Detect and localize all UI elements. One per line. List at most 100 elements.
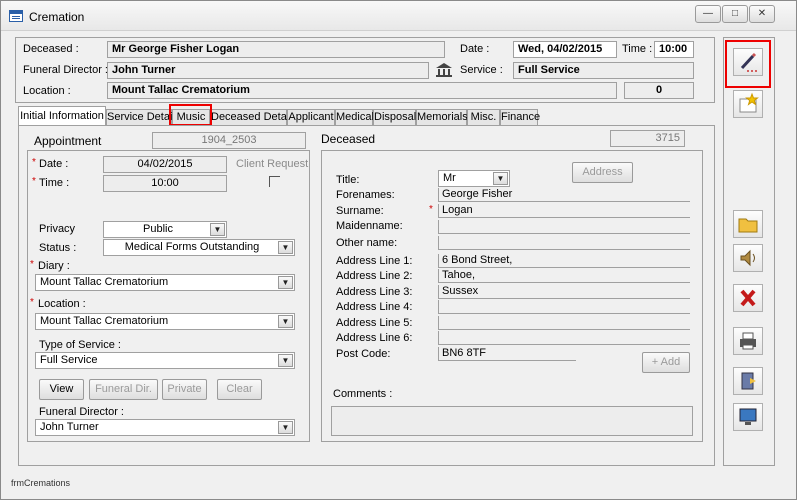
tab-memorials[interactable]: Memorials bbox=[416, 109, 468, 126]
deceased-number-field: 3715 bbox=[610, 130, 685, 147]
clear-button[interactable]: Clear bbox=[217, 379, 262, 400]
post-code-field[interactable]: BN6 8TF bbox=[438, 347, 576, 361]
tab-deceased-details[interactable]: Deceased Details bbox=[210, 109, 297, 126]
address-line-2-field[interactable]: Tahoe, bbox=[438, 269, 690, 283]
maidenname-field[interactable] bbox=[438, 220, 690, 234]
comments-label: Comments : bbox=[333, 388, 393, 400]
appointment-time-label-text: Time : bbox=[39, 177, 70, 189]
comments-field[interactable] bbox=[331, 406, 693, 436]
privacy-select[interactable]: Public ▼ bbox=[103, 221, 227, 238]
cremation-window: Cremation — □ ✕ Deceased : Mr George Fis… bbox=[0, 0, 797, 500]
service-type-label: Type of Service : bbox=[39, 339, 121, 351]
address-button[interactable]: Address bbox=[572, 162, 633, 183]
status-value: Medical Forms Outstanding bbox=[124, 241, 260, 253]
status-select[interactable]: Medical Forms Outstanding ▼ bbox=[103, 239, 295, 256]
diary-value: Mount Tallac Crematorium bbox=[40, 276, 169, 288]
header-time-field: 10:00 bbox=[654, 41, 694, 58]
add-address-button[interactable]: + Add bbox=[642, 352, 690, 373]
tab-disposal[interactable]: Disposal bbox=[373, 109, 416, 126]
address-line-5-label: Address Line 5: bbox=[336, 317, 413, 329]
chevron-down-icon[interactable]: ▼ bbox=[493, 172, 508, 185]
client-request-checkbox[interactable] bbox=[269, 176, 280, 187]
address-line-4-field[interactable] bbox=[438, 300, 690, 314]
tab-medical[interactable]: Medical bbox=[335, 109, 374, 126]
header-location-label: Location : bbox=[23, 85, 71, 97]
tab-misc[interactable]: Misc. bbox=[467, 109, 500, 126]
funeral-dir-button[interactable]: Funeral Dir. bbox=[89, 379, 158, 400]
header-deceased-label: Deceased : bbox=[23, 43, 79, 55]
header-time-label: Time : bbox=[622, 43, 653, 55]
diary-label: Diary : bbox=[38, 260, 70, 272]
required-marker: * bbox=[429, 204, 433, 215]
chevron-down-icon[interactable]: ▼ bbox=[278, 276, 293, 289]
header-director-label: Funeral Director : bbox=[23, 64, 108, 76]
new-star-icon bbox=[739, 92, 759, 113]
address-line-2-label: Address Line 2: bbox=[336, 270, 413, 282]
tab-applicant[interactable]: Applicant bbox=[287, 109, 335, 126]
sound-button[interactable] bbox=[733, 244, 763, 272]
diary-select[interactable]: Mount Tallac Crematorium ▼ bbox=[35, 274, 295, 291]
tab-finance[interactable]: Finance bbox=[500, 109, 540, 126]
appointment-time-field[interactable]: 10:00 bbox=[103, 175, 227, 192]
address-line-1-label: Address Line 1: bbox=[336, 255, 413, 267]
chevron-down-icon[interactable]: ▼ bbox=[278, 315, 293, 328]
chevron-down-icon[interactable]: ▼ bbox=[278, 421, 293, 434]
delete-x-icon bbox=[740, 289, 756, 307]
close-button[interactable]: ✕ bbox=[749, 5, 775, 23]
edit-button-highlight bbox=[725, 40, 771, 88]
address-line-3-field[interactable]: Sussex bbox=[438, 285, 690, 299]
appointment-date-field[interactable]: 04/02/2015 bbox=[103, 156, 227, 173]
post-code-label: Post Code: bbox=[336, 348, 391, 360]
maximize-button[interactable]: □ bbox=[722, 5, 748, 23]
new-record-button[interactable] bbox=[733, 90, 763, 118]
required-marker: * bbox=[32, 176, 36, 187]
print-button[interactable] bbox=[733, 327, 763, 355]
address-line-5-field[interactable] bbox=[438, 316, 690, 330]
window-title: Cremation bbox=[29, 10, 85, 24]
appointment-number-field: 1904_2503 bbox=[152, 132, 306, 149]
appointment-label: Appointment bbox=[34, 134, 102, 148]
music-tab-highlight bbox=[169, 104, 212, 126]
surname-label: Surname: bbox=[336, 205, 384, 217]
location-select[interactable]: Mount Tallac Crematorium ▼ bbox=[35, 313, 295, 330]
exit-door-icon bbox=[741, 372, 756, 390]
forenames-field[interactable]: George Fisher bbox=[438, 188, 690, 202]
view-button[interactable]: View bbox=[39, 379, 84, 400]
required-marker: * bbox=[32, 157, 36, 168]
address-line-6-label: Address Line 6: bbox=[336, 332, 413, 344]
folder-icon bbox=[738, 218, 758, 233]
address-line-3-label: Address Line 3: bbox=[336, 286, 413, 298]
service-type-value: Full Service bbox=[40, 354, 98, 366]
bank-icon[interactable] bbox=[435, 62, 453, 78]
exit-button[interactable] bbox=[733, 367, 763, 395]
required-marker: * bbox=[30, 259, 34, 270]
service-type-select[interactable]: Full Service ▼ bbox=[35, 352, 295, 369]
screen-button[interactable] bbox=[733, 403, 763, 431]
location-label: Location : bbox=[38, 298, 86, 310]
title-bar: Cremation — □ ✕ bbox=[1, 1, 796, 31]
title-select[interactable]: Mr ▼ bbox=[438, 170, 510, 187]
other-name-field[interactable] bbox=[438, 236, 690, 250]
tab-service-details[interactable]: Service Details bbox=[106, 109, 180, 126]
client-request-label: Client Request bbox=[236, 158, 309, 170]
header-service-field: Full Service bbox=[513, 62, 694, 79]
tab-initial-information[interactable]: Initial Information bbox=[18, 106, 106, 126]
address-line-6-field[interactable] bbox=[438, 331, 690, 345]
header-service-label: Service : bbox=[460, 64, 503, 76]
open-folder-button[interactable] bbox=[733, 210, 763, 238]
header-director-field: John Turner bbox=[107, 62, 429, 79]
appointment-director-select[interactable]: John Turner ▼ bbox=[35, 419, 295, 436]
chevron-down-icon[interactable]: ▼ bbox=[278, 354, 293, 367]
minimize-button[interactable]: — bbox=[695, 5, 721, 23]
private-button[interactable]: Private bbox=[162, 379, 207, 400]
header-date-label: Date : bbox=[460, 43, 490, 55]
header-deceased-field: Mr George Fisher Logan bbox=[107, 41, 445, 58]
address-line-1-field[interactable]: 6 Bond Street, bbox=[438, 254, 690, 268]
chevron-down-icon[interactable]: ▼ bbox=[278, 241, 293, 254]
chevron-down-icon[interactable]: ▼ bbox=[210, 223, 225, 236]
deceased-section-label: Deceased bbox=[321, 132, 376, 146]
delete-button[interactable] bbox=[733, 284, 763, 312]
surname-field[interactable]: Logan bbox=[438, 204, 690, 218]
other-name-label: Other name: bbox=[336, 237, 398, 249]
appointment-date-label: Date : bbox=[39, 158, 69, 170]
